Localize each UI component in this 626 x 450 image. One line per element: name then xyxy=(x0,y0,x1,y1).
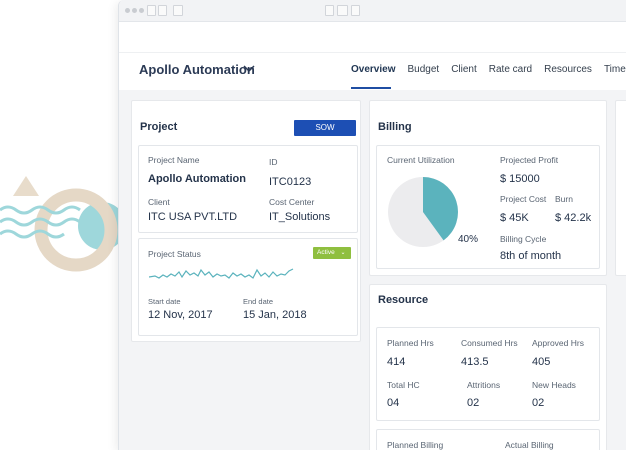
total-hc-label: Total HC xyxy=(387,380,420,390)
dashboard-content: Project SOW Project Name ID Apollo Autom… xyxy=(119,90,626,450)
end-date-value: 15 Jan, 2018 xyxy=(243,309,307,321)
project-cost-value: $ 45K xyxy=(500,212,529,224)
consumed-hrs-value: 413.5 xyxy=(461,356,489,368)
cost-center-label: Cost Center xyxy=(269,197,315,207)
client-label: Client xyxy=(148,197,170,207)
utilization-pie-chart xyxy=(388,177,458,247)
sparkline-line xyxy=(149,268,294,279)
billing-card: Billing Current Utilization 40% Projecte… xyxy=(369,100,607,276)
billing-comparison-panel: Planned Billing Actual Billing xyxy=(376,429,600,450)
new-heads-value: 02 xyxy=(532,397,545,409)
toolbar-button[interactable] xyxy=(325,5,334,16)
resource-card: Resource Planned Hrs Consumed Hrs Approv… xyxy=(369,284,607,450)
window-control-dot[interactable] xyxy=(139,8,144,13)
project-card-title: Project xyxy=(140,121,178,133)
project-name-label: Project Name xyxy=(148,155,200,165)
back-button[interactable] xyxy=(147,5,156,16)
project-selector-title[interactable]: Apollo Automation xyxy=(139,62,255,77)
window-control-dot[interactable] xyxy=(132,8,137,13)
billing-card-title: Billing xyxy=(378,121,412,133)
planned-hrs-label: Planned Hrs xyxy=(387,338,434,348)
project-name-value: Apollo Automation xyxy=(148,173,246,185)
project-card: Project SOW Project Name ID Apollo Autom… xyxy=(131,100,361,342)
utilization-percent-value: 40% xyxy=(458,234,479,245)
chevron-down-icon[interactable] xyxy=(243,65,255,73)
browser-chrome-bar xyxy=(119,0,626,22)
projected-profit-value: $ 15000 xyxy=(500,173,540,185)
chevron-down-icon: ⌄ xyxy=(340,250,346,256)
current-utilization-label: Current Utilization xyxy=(387,155,455,165)
status-badge-label: Active xyxy=(317,249,335,256)
project-cost-label: Project Cost xyxy=(500,194,547,204)
billing-details-panel: Current Utilization 40% Projected Profit… xyxy=(376,145,600,269)
planned-billing-label: Planned Billing xyxy=(387,440,444,450)
planned-hrs-value: 414 xyxy=(387,356,406,368)
actual-billing-label: Actual Billing xyxy=(505,440,554,450)
project-status-panel: Project Status Active ⌄ Start date End d… xyxy=(138,238,358,336)
project-status-label: Project Status xyxy=(148,249,201,259)
burn-value: $ 42.2k xyxy=(555,212,592,224)
start-date-label: Start date xyxy=(148,297,181,306)
projected-profit-label: Projected Profit xyxy=(500,155,559,165)
forward-button[interactable] xyxy=(158,5,167,16)
tab-budget[interactable]: Budget xyxy=(407,64,439,75)
status-badge[interactable]: Active ⌄ xyxy=(313,247,351,259)
resource-card-title: Resource xyxy=(378,294,429,306)
tab-client[interactable]: Client xyxy=(451,64,477,75)
browser-window: Apollo Automation Overview Budget Client… xyxy=(118,0,626,450)
sow-button[interactable]: SOW xyxy=(294,120,356,136)
wave-line-3 xyxy=(0,229,65,239)
cost-center-value: IT_Solutions xyxy=(269,211,331,223)
attritions-value: 02 xyxy=(467,397,480,409)
project-details-panel: Project Name ID Apollo Automation ITC012… xyxy=(138,145,358,233)
window-control-dot[interactable] xyxy=(125,8,130,13)
approved-hrs-label: Approved Hrs xyxy=(532,338,584,348)
resource-details-panel: Planned Hrs Consumed Hrs Approved Hrs 41… xyxy=(376,327,600,421)
consumed-hrs-label: Consumed Hrs xyxy=(461,338,518,348)
tab-resources[interactable]: Resources xyxy=(544,64,592,75)
id-label: ID xyxy=(269,157,278,167)
tab-view-button[interactable] xyxy=(173,5,183,16)
tab-timesheet[interactable]: Timesheet xyxy=(604,64,626,75)
approved-hrs-value: 405 xyxy=(532,356,551,368)
start-date-value: 12 Nov, 2017 xyxy=(148,309,213,321)
new-heads-label: New Heads xyxy=(532,380,576,390)
toolbar-button[interactable] xyxy=(337,5,348,16)
billing-cycle-value: 8th of month xyxy=(500,250,562,262)
burn-label: Burn xyxy=(555,194,573,204)
status-sparkline-chart xyxy=(149,268,294,279)
client-value: ITC USA PVT.LTD xyxy=(148,211,238,223)
id-value: ITC0123 xyxy=(269,176,312,188)
tab-rate-card[interactable]: Rate card xyxy=(489,64,532,75)
nav-tabs: Overview Budget Client Rate card Resourc… xyxy=(351,64,626,75)
tab-overview[interactable]: Overview xyxy=(351,64,395,75)
toolbar-button[interactable] xyxy=(351,5,360,16)
app-header: Apollo Automation Overview Budget Client… xyxy=(119,52,626,89)
active-tab-indicator xyxy=(351,87,391,89)
billing-cycle-label: Billing Cycle xyxy=(500,234,547,244)
end-date-label: End date xyxy=(243,297,274,306)
total-hc-value: 04 xyxy=(387,397,400,409)
attritions-label: Attritions xyxy=(467,380,501,390)
partial-card xyxy=(615,100,626,276)
decorative-shapes-illustration xyxy=(0,176,126,272)
triangle-shape xyxy=(13,176,39,196)
